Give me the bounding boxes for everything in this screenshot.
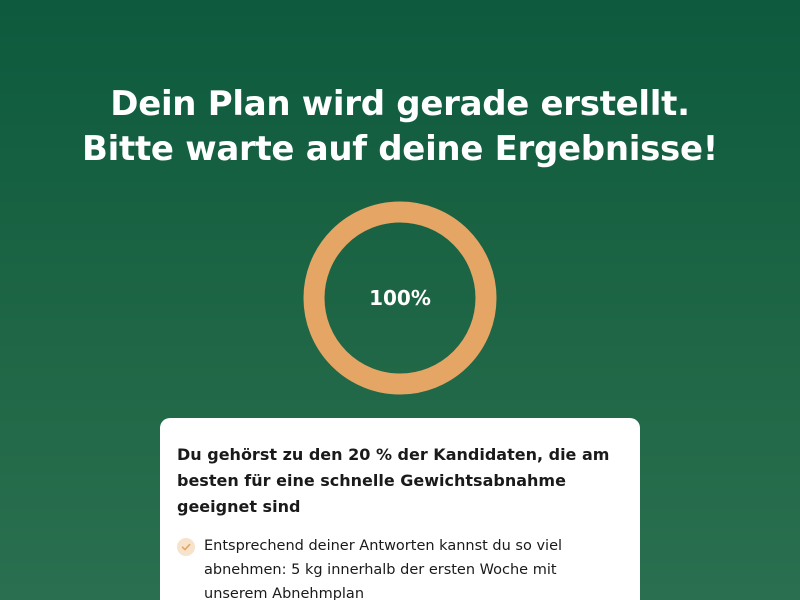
page-title-line-2: Bitte warte auf deine Ergebnisse! xyxy=(82,129,718,169)
progress-percentage: 100% xyxy=(369,286,431,310)
check-icon xyxy=(177,538,195,556)
progress-indicator: 100% xyxy=(302,200,498,396)
page-title-line-1: Dein Plan wird gerade erstellt. xyxy=(110,84,690,124)
result-card: Du gehörst zu den 20 % der Kandidaten, d… xyxy=(160,418,640,600)
page-title: Dein Plan wird gerade erstellt. Bitte wa… xyxy=(0,82,800,172)
list-item: Entsprechend deiner Antworten kannst du … xyxy=(177,534,622,600)
result-feature-text: Entsprechend deiner Antworten kannst du … xyxy=(204,538,563,600)
result-card-title: Du gehörst zu den 20 % der Kandidaten, d… xyxy=(177,445,610,516)
